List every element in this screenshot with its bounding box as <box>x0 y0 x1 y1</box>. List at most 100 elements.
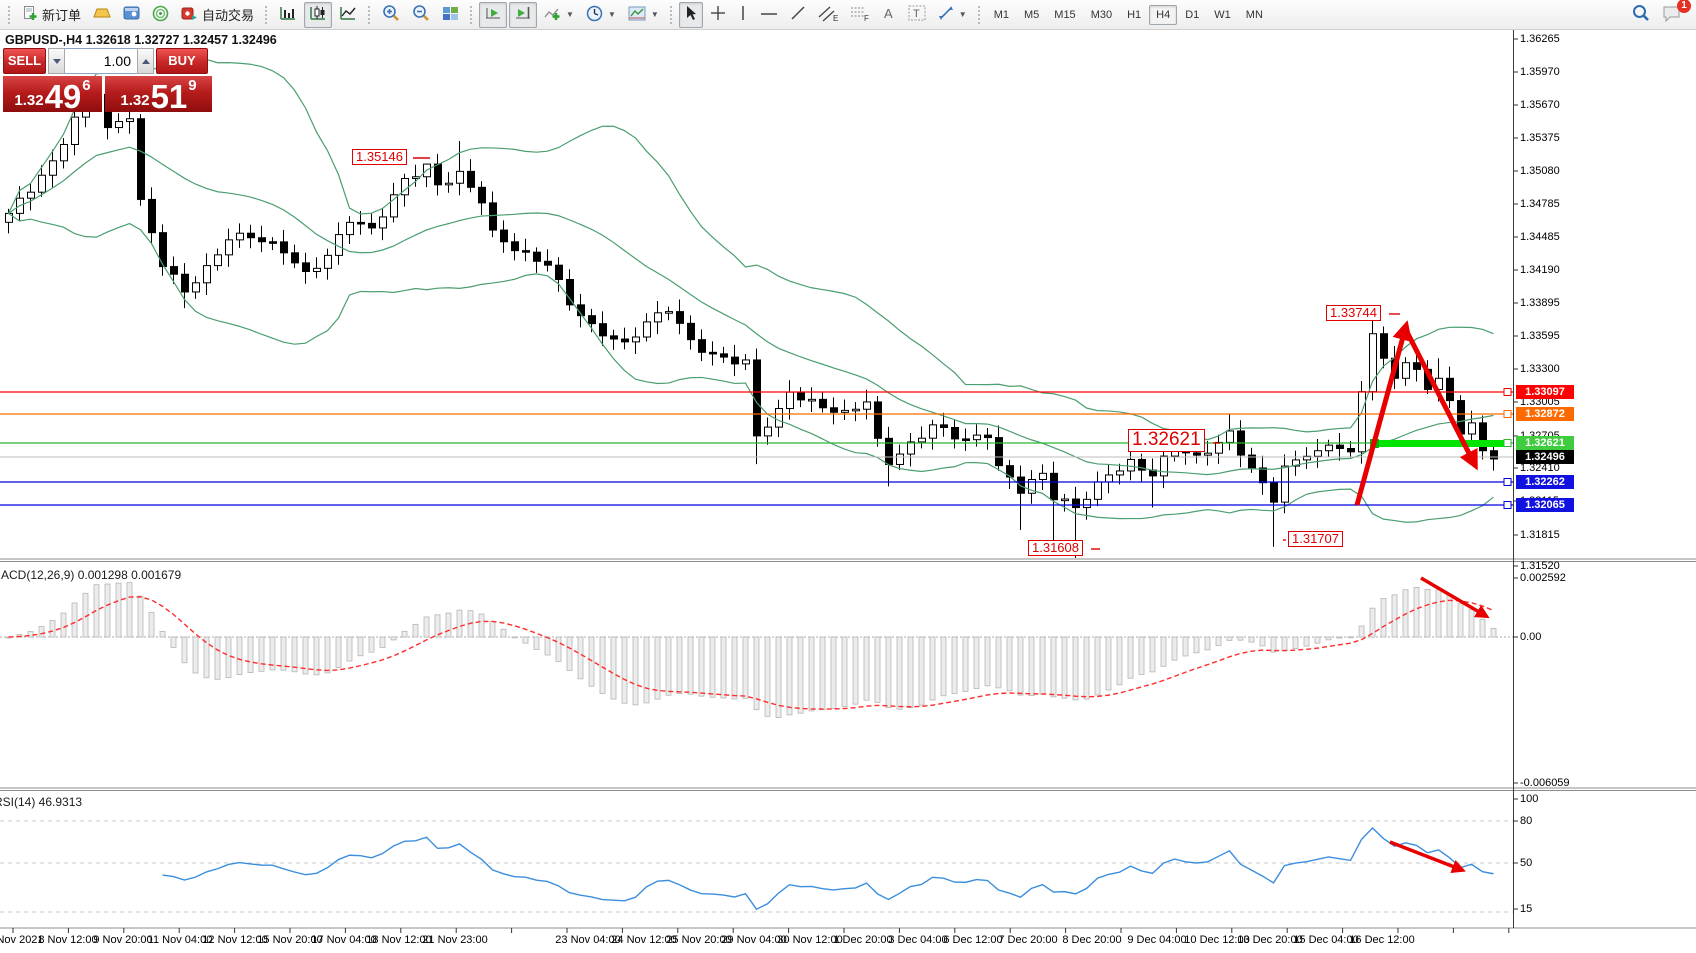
candle-body <box>72 117 79 144</box>
candle-body <box>798 392 805 400</box>
candle-body <box>446 183 453 185</box>
macd-histogram-bar <box>1007 637 1012 691</box>
candle-body <box>787 392 794 408</box>
macd-histogram-bar <box>204 637 209 678</box>
line-chart-mode-button[interactable] <box>334 2 362 28</box>
macd-histogram-bar <box>886 637 891 708</box>
tf-button-H1[interactable]: H1 <box>1120 5 1148 25</box>
text-tool-button[interactable]: A <box>877 2 901 28</box>
toolbar-grip[interactable] <box>264 5 269 25</box>
candle-body <box>600 324 607 336</box>
candle-body <box>941 425 948 428</box>
market-window-button[interactable] <box>118 2 145 28</box>
macd-histogram-bar <box>1337 637 1342 638</box>
notifications-button[interactable]: 1 <box>1657 2 1686 28</box>
svg-text:F: F <box>864 14 869 22</box>
toolbar-grip[interactable] <box>367 5 372 25</box>
fibonacci-tool-button[interactable]: F <box>845 2 875 28</box>
vertical-line-tool-button[interactable] <box>733 2 753 28</box>
tf-button-MN[interactable]: MN <box>1239 5 1270 25</box>
macd-histogram-bar <box>1315 637 1320 643</box>
tf-button-M5[interactable]: M5 <box>1017 5 1046 25</box>
tf-button-H4[interactable]: H4 <box>1149 5 1177 25</box>
bar-chart-mode-button[interactable] <box>274 2 302 28</box>
candle-body <box>589 316 596 324</box>
tf-button-M15[interactable]: M15 <box>1047 5 1082 25</box>
candle-body <box>39 175 46 192</box>
candle-body <box>457 171 464 183</box>
macd-histogram-bar <box>721 637 726 698</box>
toolbar-grip[interactable] <box>469 5 474 25</box>
arrows-tool-button[interactable]: ▼ <box>933 2 972 28</box>
buy-button[interactable]: BUY <box>156 48 208 74</box>
history-center-button[interactable] <box>88 2 116 28</box>
search-button[interactable] <box>1627 2 1655 28</box>
svg-text:T: T <box>913 8 920 20</box>
tf-button-M30[interactable]: M30 <box>1084 5 1119 25</box>
candle-body <box>479 187 486 203</box>
new-order-button[interactable]: 新订单 <box>17 2 86 28</box>
buy-price-big: 51 <box>151 82 188 111</box>
rsi-line <box>163 828 1494 909</box>
chart-canvas[interactable] <box>0 30 1696 953</box>
chart-ohlc-title: GBPUSD-,H4 1.32618 1.32727 1.32457 1.324… <box>5 33 277 47</box>
macd-histogram-bar <box>765 637 770 716</box>
crosshair-tool-button[interactable] <box>705 2 731 28</box>
template-button[interactable]: ▼ <box>623 2 664 28</box>
candle-body <box>710 352 717 354</box>
macd-axis-label: -0.006059 <box>1520 777 1570 789</box>
price-axis-label: 1.33895 <box>1520 297 1560 309</box>
candle-body <box>743 360 750 364</box>
equidistant-channel-tool-button[interactable]: E <box>813 2 843 28</box>
macd-histogram-bar <box>1469 610 1474 637</box>
candle-body <box>259 238 266 242</box>
toolbar-grip[interactable] <box>977 5 982 25</box>
toolbar-grip[interactable] <box>7 5 12 25</box>
indicators-button[interactable]: ▼ <box>539 2 579 28</box>
zoom-out-button[interactable] <box>407 2 435 28</box>
macd-histogram-bar <box>1205 637 1210 650</box>
tf-button-W1[interactable]: W1 <box>1207 5 1238 25</box>
candlestick-mode-button[interactable] <box>304 2 332 28</box>
candle-body <box>1227 431 1234 442</box>
candle-body <box>1117 471 1124 475</box>
horizontal-line-tool-button[interactable] <box>755 2 783 28</box>
candle-body <box>116 122 123 128</box>
tf-button-D1[interactable]: D1 <box>1178 5 1206 25</box>
gold-bar-icon <box>93 6 111 23</box>
window-user-icon <box>123 6 140 24</box>
auto-trading-button[interactable]: 自动交易 <box>176 2 259 28</box>
macd-histogram-bar <box>809 637 814 711</box>
cursor-icon <box>684 5 698 24</box>
volume-increase-button[interactable] <box>137 48 154 74</box>
candle-body <box>468 171 475 187</box>
zoom-in-button[interactable] <box>377 2 405 28</box>
sell-price-display[interactable]: 1.32 49 6 <box>3 76 102 112</box>
macd-histogram-bar <box>930 637 935 700</box>
candle-body <box>303 263 310 272</box>
horizontal-line-icon <box>760 7 778 22</box>
text-label-tool-button[interactable]: T <box>903 2 931 28</box>
dropdown-caret-icon: ▼ <box>566 10 574 19</box>
volume-input[interactable]: 1.00 <box>65 48 137 74</box>
sell-button[interactable]: SELL <box>3 48 46 74</box>
macd-histogram-bar <box>138 596 143 637</box>
period-clock-button[interactable]: ▼ <box>581 2 621 28</box>
auto-scroll-button[interactable] <box>479 2 507 28</box>
chart-shift-button[interactable] <box>509 2 537 28</box>
candle-body <box>655 313 662 322</box>
tile-windows-button[interactable] <box>437 2 464 28</box>
tf-button-M1[interactable]: M1 <box>987 5 1016 25</box>
macd-histogram-bar <box>853 637 858 704</box>
trendline-tool-button[interactable] <box>785 2 811 28</box>
macd-histogram-bar <box>193 637 198 673</box>
toolbar-grip[interactable] <box>669 5 674 25</box>
dropdown-caret-icon: ▼ <box>959 10 967 19</box>
cursor-tool-button[interactable] <box>679 2 703 28</box>
volume-decrease-button[interactable] <box>48 48 65 74</box>
candle-body <box>875 402 882 438</box>
macd-histogram-bar <box>347 637 352 661</box>
search-icon <box>1632 4 1650 25</box>
sonar-button[interactable] <box>147 2 174 28</box>
buy-price-display[interactable]: 1.32 51 9 <box>105 76 212 112</box>
